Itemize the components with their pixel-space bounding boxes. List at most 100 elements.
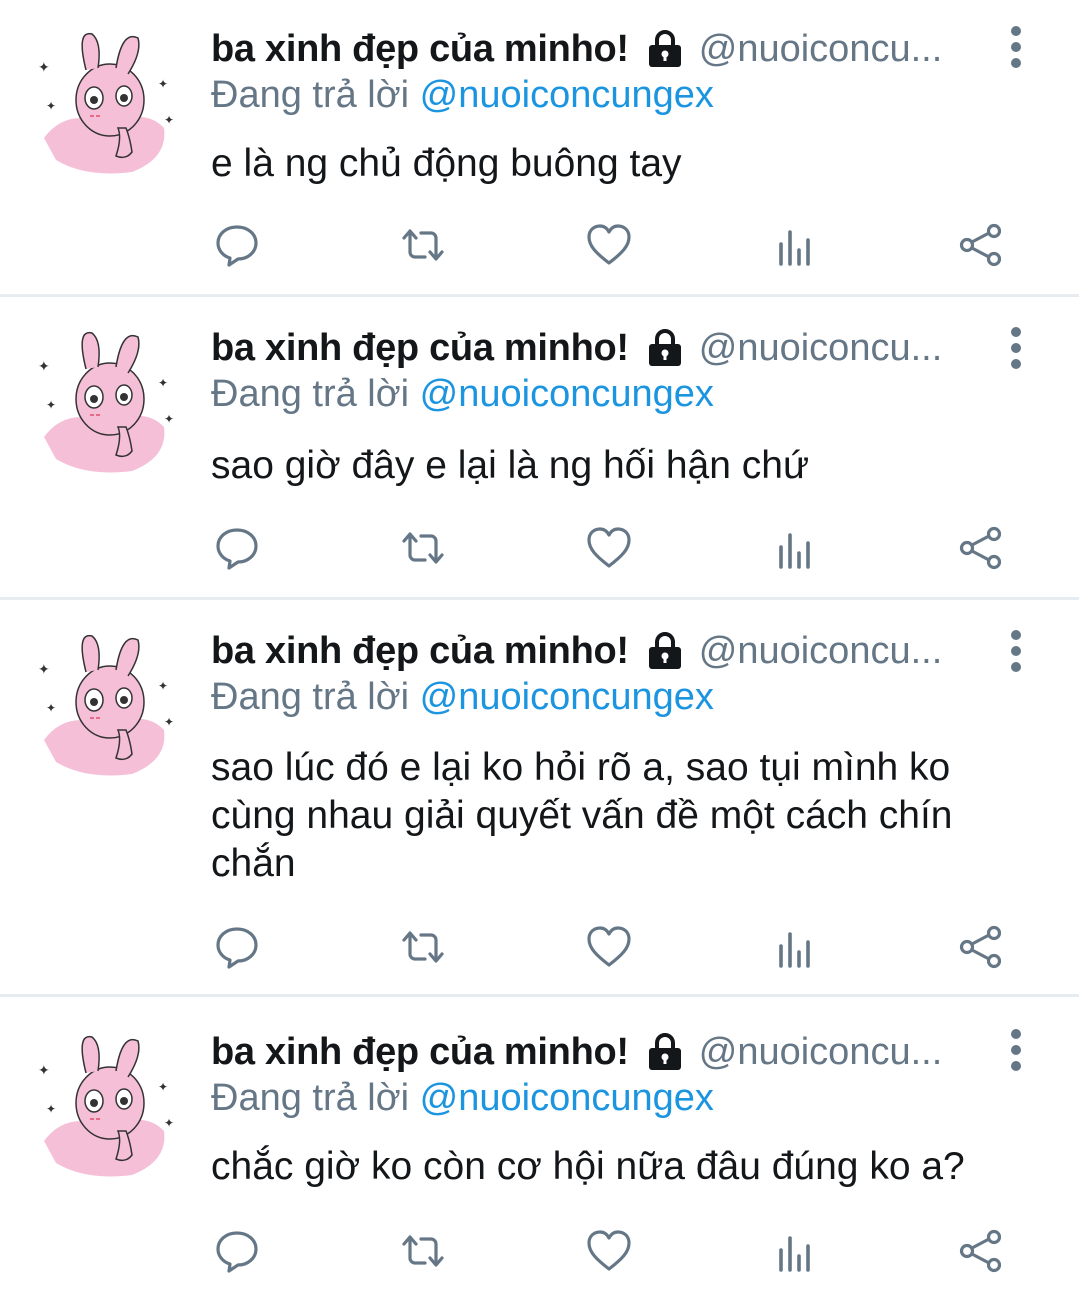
retweet-icon (402, 1235, 444, 1267)
retweet-button[interactable] (398, 922, 448, 972)
reply-icon (216, 225, 258, 267)
analytics-button[interactable] (770, 523, 820, 573)
like-button[interactable] (584, 220, 634, 270)
reply-button[interactable] (212, 922, 262, 972)
analytics-icon (779, 932, 810, 968)
avatar[interactable]: ✦ ✦ ✦ ✦ (36, 630, 178, 778)
mention-link[interactable]: @nuoiconcungex (420, 373, 714, 415)
share-icon (959, 223, 1002, 267)
like-button[interactable] (584, 1226, 634, 1276)
tweet-text: e là ng chủ động buông tay (211, 142, 682, 185)
more-vertical-icon[interactable] (1000, 1025, 1032, 1075)
svg-text:✦: ✦ (164, 412, 174, 426)
mention-link[interactable]: @nuoiconcungex (420, 74, 714, 116)
heart-icon (587, 224, 631, 265)
mention-link[interactable]: @nuoiconcungex (420, 1077, 714, 1119)
tweet[interactable]: ✦ ✦ ✦ ✦ ba xinh đẹp của minho! @nuoiconc… (0, 0, 1079, 297)
svg-text:✦: ✦ (158, 679, 168, 693)
svg-text:✦: ✦ (38, 1062, 50, 1078)
share-icon (959, 526, 1002, 570)
like-button[interactable] (584, 922, 634, 972)
user-handle[interactable]: @nuoiconcu... (699, 28, 943, 71)
mention-link[interactable]: @nuoiconcungex (420, 676, 714, 718)
action-bar (0, 220, 1079, 270)
avatar[interactable]: ✦ ✦ ✦ ✦ (36, 327, 178, 475)
retweet-button[interactable] (398, 523, 448, 573)
more-vertical-icon[interactable] (1000, 626, 1032, 676)
replying-to: Đang trả lời @nuoiconcungex (211, 1077, 714, 1120)
reply-button[interactable] (212, 523, 262, 573)
svg-text:✦: ✦ (38, 661, 50, 677)
replying-to: Đang trả lời @nuoiconcungex (211, 373, 714, 416)
svg-text:✦: ✦ (38, 59, 50, 75)
action-bar (0, 1226, 1079, 1276)
replying-prefix: Đang trả lời (211, 676, 410, 718)
retweet-icon (402, 532, 444, 564)
retweet-button[interactable] (398, 1226, 448, 1276)
reply-button[interactable] (212, 220, 262, 270)
reply-icon (216, 1231, 258, 1273)
svg-text:✦: ✦ (46, 398, 56, 412)
reply-button[interactable] (212, 1226, 262, 1276)
retweet-button[interactable] (398, 220, 448, 270)
svg-text:✦: ✦ (158, 77, 168, 91)
action-bar (0, 922, 1079, 972)
lock-icon (648, 329, 681, 366)
share-button[interactable] (956, 922, 1006, 972)
display-name[interactable]: ba xinh đẹp của minho! (211, 28, 629, 71)
retweet-icon (402, 931, 444, 963)
share-icon (959, 925, 1002, 969)
analytics-button[interactable] (770, 220, 820, 270)
more-vertical-icon[interactable] (1000, 22, 1032, 72)
replying-prefix: Đang trả lời (211, 74, 410, 116)
svg-text:✦: ✦ (46, 1102, 56, 1116)
svg-text:✦: ✦ (158, 1080, 168, 1094)
share-button[interactable] (956, 523, 1006, 573)
user-handle[interactable]: @nuoiconcu... (699, 1031, 943, 1074)
like-button[interactable] (584, 523, 634, 573)
analytics-icon (779, 230, 810, 266)
display-name[interactable]: ba xinh đẹp của minho! (211, 327, 629, 370)
display-name[interactable]: ba xinh đẹp của minho! (211, 1031, 629, 1074)
replying-prefix: Đang trả lời (211, 373, 410, 415)
svg-text:✦: ✦ (38, 358, 50, 374)
display-name[interactable]: ba xinh đẹp của minho! (211, 630, 629, 673)
analytics-button[interactable] (770, 922, 820, 972)
avatar[interactable]: ✦ ✦ ✦ ✦ (36, 1031, 178, 1179)
lock-icon (648, 30, 681, 67)
heart-icon (587, 1230, 631, 1271)
user-handle[interactable]: @nuoiconcu... (699, 630, 943, 673)
svg-text:✦: ✦ (46, 99, 56, 113)
svg-text:✦: ✦ (164, 715, 174, 729)
svg-text:✦: ✦ (158, 376, 168, 390)
reply-icon (216, 528, 258, 570)
svg-text:✦: ✦ (46, 701, 56, 715)
action-bar (0, 523, 1079, 573)
heart-icon (587, 926, 631, 967)
lock-icon (648, 1033, 681, 1070)
tweet[interactable]: ✦ ✦ ✦ ✦ ba xinh đẹp của minho! @nuoiconc… (0, 997, 1079, 1296)
replying-prefix: Đang trả lời (211, 1077, 410, 1119)
avatar[interactable]: ✦ ✦ ✦ ✦ (36, 28, 178, 176)
analytics-icon (779, 1236, 810, 1272)
retweet-icon (402, 229, 444, 261)
share-button[interactable] (956, 1226, 1006, 1276)
tweet-text: chắc giờ ko còn cơ hội nữa đâu đúng ko a… (211, 1145, 965, 1188)
user-handle[interactable]: @nuoiconcu... (699, 327, 943, 370)
svg-text:✦: ✦ (164, 1116, 174, 1130)
more-vertical-icon[interactable] (1000, 323, 1032, 373)
tweet-text: sao lúc đó e lại ko hỏi rõ a, sao tụi mì… (211, 746, 953, 885)
share-icon (959, 1229, 1002, 1273)
tweet[interactable]: ✦ ✦ ✦ ✦ ba xinh đẹp của minho! @nuoiconc… (0, 297, 1079, 600)
heart-icon (587, 527, 631, 568)
tweet-text: sao giờ đây e lại là ng hối hận chứ (211, 444, 810, 487)
replying-to: Đang trả lời @nuoiconcungex (211, 676, 714, 719)
analytics-icon (779, 533, 810, 569)
replying-to: Đang trả lời @nuoiconcungex (211, 74, 714, 117)
reply-icon (216, 927, 258, 969)
lock-icon (648, 632, 681, 669)
analytics-button[interactable] (770, 1226, 820, 1276)
share-button[interactable] (956, 220, 1006, 270)
svg-text:✦: ✦ (164, 113, 174, 127)
tweet[interactable]: ✦ ✦ ✦ ✦ ba xinh đẹp của minho! @nuoiconc… (0, 600, 1079, 997)
